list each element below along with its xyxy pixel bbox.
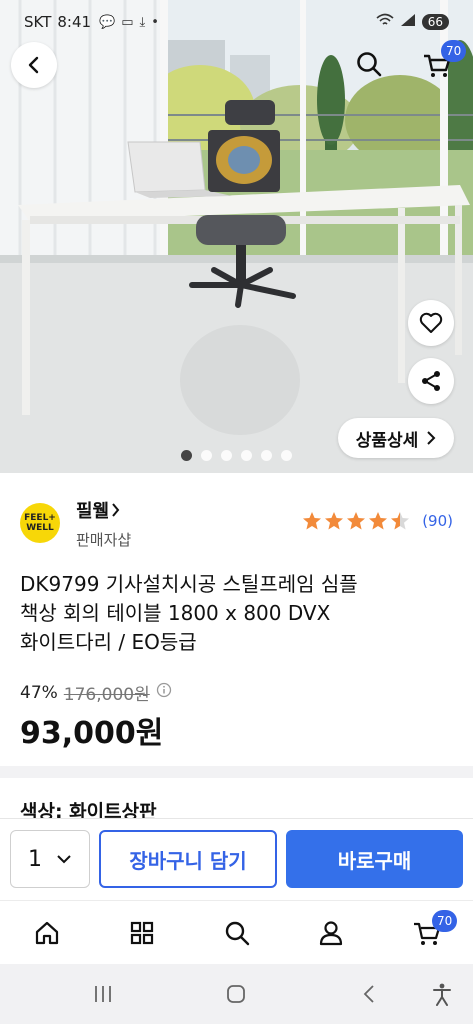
price-discount-row: 47% 176,000원 <box>20 680 172 705</box>
wishlist-button[interactable] <box>408 300 454 346</box>
chevron-down-icon <box>57 855 71 864</box>
seller-name-link[interactable]: 필웰 <box>76 497 120 523</box>
search-icon <box>225 921 250 946</box>
carousel-dot[interactable] <box>181 450 192 461</box>
share-icon <box>422 371 440 391</box>
wifi-icon <box>376 13 394 31</box>
status-bar: SKT 8:41 💬 ▭ ⤓ • 66 <box>0 0 473 44</box>
carousel-dot[interactable] <box>221 450 232 461</box>
purchase-bar: 1 장바구니 담기 바로구매 <box>0 818 473 900</box>
accessibility-button[interactable] <box>427 980 457 1008</box>
back-arrow-icon <box>363 985 374 1003</box>
heart-icon <box>419 312 443 333</box>
seller-name: 필웰 <box>76 501 110 522</box>
rating-summary[interactable]: (90) <box>302 511 453 531</box>
system-navigation-bar <box>0 964 473 1024</box>
bottom-navigation: 70 <box>0 900 473 964</box>
chevron-right-icon <box>427 431 436 445</box>
chevron-right-icon <box>112 503 120 517</box>
nav-categories[interactable] <box>120 911 164 955</box>
add-to-cart-button[interactable]: 장바구니 담기 <box>99 830 277 888</box>
chevron-left-icon <box>28 56 39 74</box>
product-image-carousel[interactable]: SKT 8:41 💬 ▭ ⤓ • 66 70 상품상세 <box>0 0 473 473</box>
quantity-select[interactable]: 1 <box>10 830 90 888</box>
seller-logo[interactable]: FEEL+ WELL <box>20 503 60 543</box>
nav-home[interactable] <box>25 911 69 955</box>
home-icon <box>35 921 59 945</box>
carousel-dot[interactable] <box>281 450 292 461</box>
seller-shop-label: 판매자샵 <box>76 531 132 549</box>
cart-count-badge: 70 <box>441 40 467 62</box>
nav-my-page[interactable] <box>309 911 353 955</box>
search-button[interactable] <box>347 42 391 86</box>
battery-indicator: 66 <box>421 14 449 30</box>
status-carrier: SKT <box>24 13 52 31</box>
sale-price: 93,000원 <box>20 716 164 751</box>
carousel-dot[interactable] <box>201 450 212 461</box>
original-price: 176,000원 <box>63 685 150 705</box>
recent-apps-button[interactable] <box>88 980 118 1008</box>
seller-row: FEEL+ WELL 필웰 판매자샵 (90) <box>20 495 453 555</box>
message-icon: 💬 <box>99 14 116 30</box>
grid-icon <box>130 921 154 945</box>
quantity-value: 1 <box>28 846 42 872</box>
carousel-pagination <box>0 450 473 461</box>
carousel-dot[interactable] <box>261 450 272 461</box>
signal-icon <box>400 13 416 31</box>
discount-percent: 47% <box>20 682 58 703</box>
nav-cart-count-badge: 70 <box>432 910 458 932</box>
card-icon: ▭ <box>121 14 134 30</box>
star-rating-icon <box>303 512 410 530</box>
buy-now-button[interactable]: 바로구매 <box>286 830 463 888</box>
home-system-button[interactable] <box>221 980 251 1008</box>
info-icon[interactable] <box>156 682 172 703</box>
product-photo <box>0 0 473 473</box>
user-icon <box>319 921 343 946</box>
home-square-icon <box>227 985 245 1003</box>
nav-search[interactable] <box>215 911 259 955</box>
download-icon: ⤓ <box>139 14 146 30</box>
section-divider <box>0 766 473 778</box>
back-button[interactable] <box>11 42 57 88</box>
product-title: DK9799 기사설치시공 스틸프레임 심플 책상 회의 테이블 1800 x … <box>20 572 358 654</box>
carousel-dot[interactable] <box>241 450 252 461</box>
status-time: 8:41 <box>57 13 92 31</box>
more-notifications-icon: • <box>151 14 159 30</box>
accessibility-icon <box>433 983 451 1006</box>
search-icon <box>357 52 382 77</box>
recent-apps-icon <box>95 986 111 1002</box>
share-button[interactable] <box>408 358 454 404</box>
notification-icons: 💬 ▭ ⤓ • <box>99 15 159 30</box>
product-detail-label: 상품상세 <box>355 430 419 451</box>
back-system-button[interactable] <box>354 980 384 1008</box>
review-count: (90) <box>422 512 453 530</box>
